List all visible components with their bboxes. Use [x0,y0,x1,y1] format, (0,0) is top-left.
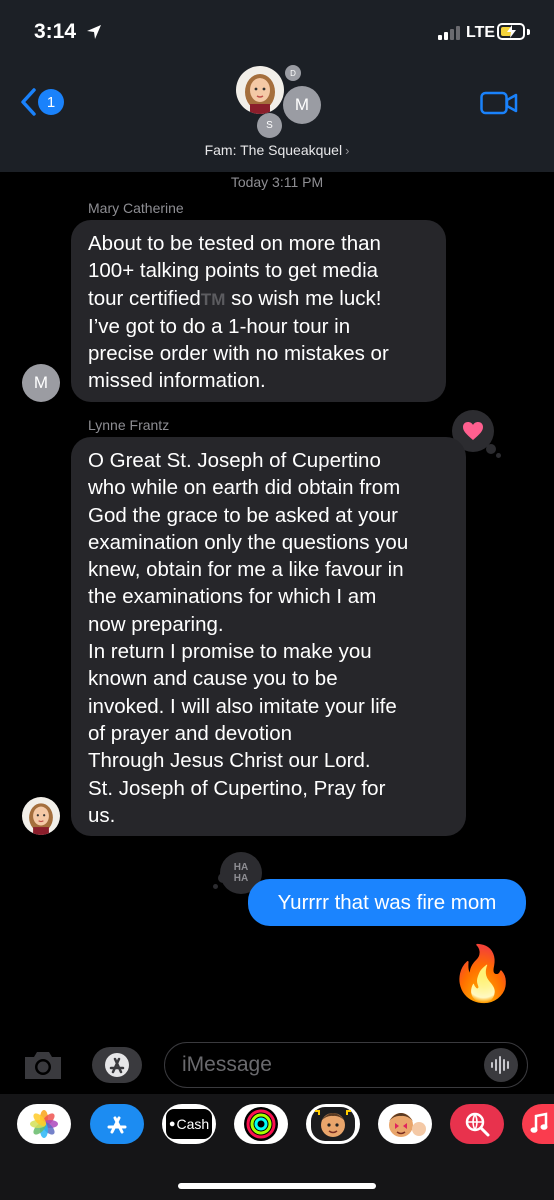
app-store-button[interactable] [92,1047,142,1083]
message-line: I’ve got to do a 1-hour tour in [88,314,351,338]
haha-text: HA [233,873,249,884]
camera-icon[interactable] [22,1049,64,1081]
message-line: Through Jesus Christ our Lord. [88,749,371,773]
message-line: precise order with no mistakes or [88,342,389,366]
music-app-button[interactable] [522,1104,554,1144]
app-store-app-button[interactable] [90,1104,144,1144]
cash-label: Cash [176,1116,210,1132]
apple-logo-icon: ● [168,1118,176,1130]
home-indicator[interactable] [178,1183,376,1189]
message-line: God the grace to be asked at your [88,503,398,527]
status-time: 3:14 [34,20,77,43]
group-member-avatar: M [283,86,321,124]
battery-icon [497,23,525,40]
heart-icon [463,422,483,440]
battery-tip [527,29,530,35]
group-name: Fam: The Squeakquel [204,142,343,158]
location-arrow-icon [87,25,101,39]
apple-cash-button[interactable]: ● Cash [162,1104,216,1144]
haha-text: HA [233,862,249,873]
tapback-tail [486,444,496,454]
facetime-video-icon[interactable] [480,91,518,115]
fitness-app-button[interactable] [234,1104,288,1144]
chevron-left-icon [21,88,36,116]
message-bubble[interactable]: O Great St. Joseph of Cupertino who whil… [71,437,466,836]
trademark-symbol: TM [200,289,226,309]
message-line: us. [88,803,116,827]
audio-message-button[interactable] [484,1048,518,1082]
message-line: now preparing. [88,612,224,636]
message-line: St. Joseph of Cupertino, Pray for [88,776,386,800]
message-bubble[interactable]: About to be tested on more than 100+ tal… [71,220,446,402]
message-line: of prayer and devotion [88,721,292,745]
waveform-icon [491,1056,509,1074]
input-placeholder: iMessage [182,1053,272,1076]
message-text: so wish me luck! [231,286,382,310]
photos-icon [30,1110,58,1138]
group-member-avatar: S [257,113,282,138]
tapback-tail [213,884,218,889]
photos-app-button[interactable] [17,1104,71,1144]
message-line: 100+ talking points to get media [88,259,379,283]
message-line: O Great St. Joseph of Cupertino [88,449,381,472]
memoji-icon [311,1107,355,1141]
memoji-app-button[interactable] [306,1104,360,1144]
message-line: who while on earth did obtain from [88,476,401,500]
unread-count-badge: 1 [38,89,64,115]
message-line: invoked. I will also imitate your life [88,694,397,718]
globe-search-icon [465,1112,490,1137]
music-note-icon [530,1112,548,1133]
message-line: knew, obtain for me a like favour in [88,558,404,582]
memoji-stickers-button[interactable] [378,1104,432,1144]
sender-name: Mary Catherine [88,200,184,216]
sender-name: Lynne Frantz [88,417,170,433]
cellular-signal-icon [438,26,460,40]
outgoing-message-bubble[interactable]: Yurrrr that was fire mom [248,879,526,926]
tapback-tail [496,453,501,458]
message-line: tour certifiedTM so wish me luck! [88,285,430,313]
chevron-right-icon: › [345,143,350,158]
network-type: LTE [466,24,496,41]
sender-avatar[interactable] [22,797,60,835]
app-store-icon [107,1116,127,1134]
back-button[interactable]: 1 [20,88,64,116]
web-images-button[interactable] [450,1104,504,1144]
message-line: About to be tested on more than [88,232,381,255]
group-avatar-memoji[interactable] [236,66,284,114]
fire-emoji-message[interactable]: 🔥 [449,942,516,1006]
message-line: the examinations for which I am [88,585,377,609]
message-text: tour certified [88,286,201,310]
message-line: missed information. [88,369,266,393]
memoji-stickers-icon [389,1113,426,1137]
memoji-woman-icon [29,803,53,835]
sender-avatar[interactable]: M [22,364,60,402]
message-line: known and cause you to be [88,667,338,691]
message-line: In return I promise to make you [88,640,372,664]
message-timestamp: Today 3:11 PM [230,174,324,190]
memoji-woman-icon [245,74,275,114]
group-name-button[interactable]: Fam: The Squeakquel › [0,142,554,158]
app-store-icon [105,1053,129,1077]
activity-rings-icon [244,1107,278,1141]
group-member-avatar: D [285,65,301,81]
message-line: examination only the questions you [88,530,409,554]
